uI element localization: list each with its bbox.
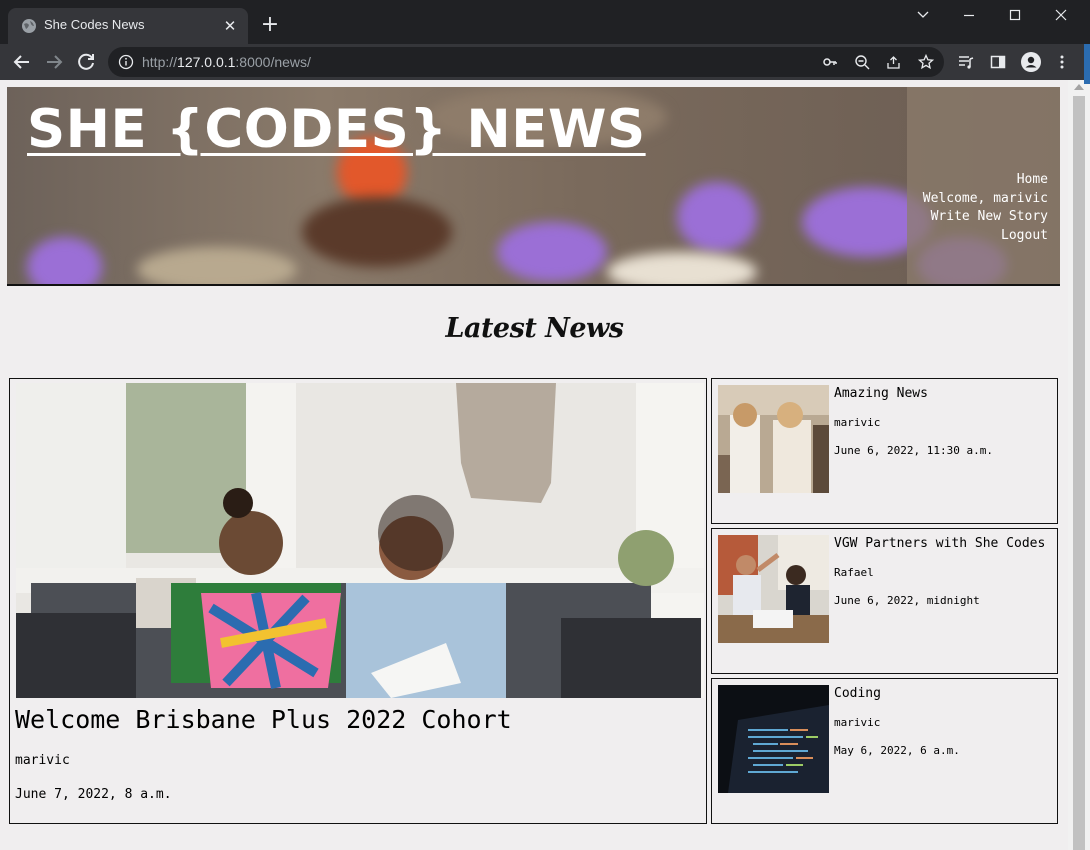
- hero-photo-blob: [607, 252, 757, 284]
- side-panel-icon[interactable]: [990, 54, 1006, 70]
- url-text[interactable]: http://127.0.0.1:8000/news/: [142, 54, 311, 70]
- page-scrollbar[interactable]: [1068, 80, 1090, 850]
- browser-toolbar: http://127.0.0.1:8000/news/: [0, 44, 1090, 80]
- story-date: May 6, 2022, 6 a.m.: [834, 744, 960, 757]
- new-tab-button[interactable]: +: [256, 12, 284, 40]
- reading-list-icon[interactable]: [958, 54, 974, 70]
- featured-story-card[interactable]: Welcome Brisbane Plus 2022 Cohort marivi…: [9, 378, 707, 824]
- page-viewport: SHE {CODES} NEWS Home Welcome, marivic W…: [0, 80, 1090, 850]
- close-window-icon[interactable]: [1038, 0, 1084, 32]
- featured-story-image[interactable]: [16, 383, 704, 698]
- info-icon[interactable]: [118, 54, 134, 70]
- story-image[interactable]: [718, 685, 829, 793]
- story-author: Rafael: [834, 566, 874, 579]
- story-image[interactable]: [718, 535, 829, 643]
- zoom-out-icon[interactable]: [854, 54, 870, 70]
- site-header: SHE {CODES} NEWS Home Welcome, marivic W…: [7, 87, 1060, 286]
- tab-search-chevron-icon[interactable]: [900, 0, 946, 32]
- scroll-up-arrow-icon[interactable]: [1074, 84, 1084, 90]
- nav-write-story-link[interactable]: Write New Story: [923, 208, 1048, 227]
- bookmark-star-icon[interactable]: [918, 54, 934, 70]
- window-edge-strip: [1084, 44, 1090, 84]
- nav-home-link[interactable]: Home: [923, 171, 1048, 190]
- scrollbar-thumb[interactable]: [1073, 96, 1085, 850]
- forward-arrow-icon[interactable]: [40, 48, 68, 76]
- hero-photo-blob: [27, 237, 102, 284]
- nav-welcome-text: Welcome, marivic: [922, 190, 1048, 206]
- minimize-icon[interactable]: [946, 0, 992, 32]
- story-date: June 6, 2022, 11:30 a.m.: [834, 444, 993, 457]
- latest-news-heading: Latest News: [445, 313, 624, 344]
- main-nav: Home Welcome, marivic Write New Story Lo…: [923, 171, 1048, 245]
- story-card[interactable]: Coding marivic May 6, 2022, 6 a.m.: [711, 678, 1058, 824]
- nav-logout-link[interactable]: Logout: [923, 227, 1048, 246]
- featured-story-author: marivic: [15, 753, 70, 768]
- tab-title: She Codes News: [44, 17, 145, 32]
- story-title[interactable]: Coding: [834, 686, 881, 701]
- site-title-link[interactable]: SHE {CODES} NEWS: [27, 99, 646, 160]
- hero-photo-blob: [497, 222, 607, 282]
- globe-icon: [22, 19, 36, 33]
- featured-story-date: June 7, 2022, 8 a.m.: [15, 787, 172, 802]
- reload-icon[interactable]: [72, 48, 100, 76]
- maximize-icon[interactable]: [992, 0, 1038, 32]
- back-arrow-icon[interactable]: [8, 48, 36, 76]
- story-title[interactable]: VGW Partners with She Codes: [834, 536, 1045, 551]
- story-author: marivic: [834, 416, 881, 429]
- address-bar[interactable]: http://127.0.0.1:8000/news/: [108, 47, 944, 77]
- story-author: marivic: [834, 716, 881, 729]
- hero-photo-blob: [677, 182, 757, 252]
- story-date: June 6, 2022, midnight: [834, 594, 980, 607]
- key-icon[interactable]: [822, 54, 838, 70]
- tab-close-icon[interactable]: ✕: [220, 16, 240, 36]
- featured-story-title[interactable]: Welcome Brisbane Plus 2022 Cohort: [15, 705, 512, 734]
- profile-avatar-icon[interactable]: [1021, 52, 1041, 72]
- story-card[interactable]: VGW Partners with She Codes Rafael June …: [711, 528, 1058, 674]
- kebab-menu-icon[interactable]: [1054, 54, 1070, 70]
- story-title[interactable]: Amazing News: [834, 386, 928, 401]
- share-icon[interactable]: [886, 54, 902, 70]
- browser-tab[interactable]: She Codes News ✕: [8, 8, 248, 44]
- hero-photo-blob: [302, 197, 452, 267]
- browser-titlebar: She Codes News ✕ +: [0, 0, 1090, 44]
- hero-photo-blob: [137, 247, 297, 284]
- story-image[interactable]: [718, 385, 829, 493]
- story-card[interactable]: Amazing News marivic June 6, 2022, 11:30…: [711, 378, 1058, 524]
